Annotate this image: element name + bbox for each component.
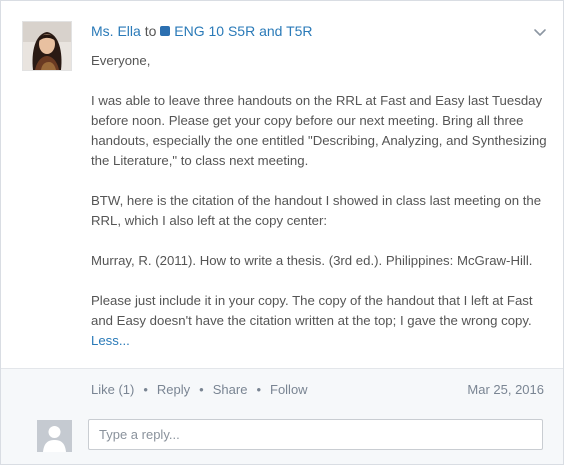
post-paragraph: Murray, R. (2011). How to write a thesis…: [91, 253, 533, 268]
post-body: Everyone, I was able to leave three hand…: [91, 51, 551, 351]
share-button[interactable]: Share: [213, 382, 248, 397]
post-date[interactable]: Mar 25, 2016: [467, 381, 544, 399]
to-label: to: [144, 23, 157, 39]
separator-dot: •: [256, 382, 261, 397]
author-photo: [23, 22, 71, 70]
post-footer: Like (1) • Reply • Share • Follow Mar 25, 2016: [1, 369, 563, 464]
post-paragraph: Everyone,: [91, 53, 151, 68]
group-color-icon: [160, 26, 171, 36]
post-paragraph-text: Please just include it in your copy. The…: [91, 293, 533, 328]
post-card: Ms. Ella to ENG 10 S5R and T5R Everyone,…: [0, 0, 564, 465]
follow-button[interactable]: Follow: [270, 382, 308, 397]
reply-input[interactable]: [88, 419, 543, 450]
author-avatar[interactable]: [22, 21, 72, 71]
chevron-down-icon[interactable]: [532, 24, 548, 40]
post-paragraph: I was able to leave three handouts on th…: [91, 93, 547, 168]
post-paragraph: BTW, here is the citation of the handout…: [91, 193, 542, 228]
separator-dot: •: [143, 382, 148, 397]
less-link[interactable]: Less...: [91, 333, 130, 348]
reply-button[interactable]: Reply: [157, 382, 190, 397]
like-button[interactable]: Like (1): [91, 382, 134, 397]
separator-dot: •: [199, 382, 204, 397]
post-paragraph-last: Please just include it in your copy. The…: [91, 291, 551, 351]
default-user-icon: [37, 420, 72, 452]
post-actions: Like (1) • Reply • Share • Follow: [91, 381, 308, 399]
group-link[interactable]: ENG 10 S5R and T5R: [174, 23, 312, 39]
post-header: Ms. Ella to ENG 10 S5R and T5R: [91, 22, 313, 40]
author-name[interactable]: Ms. Ella: [91, 23, 141, 39]
